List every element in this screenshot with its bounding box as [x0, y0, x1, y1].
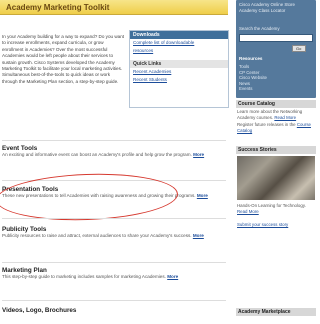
course-catalog-read-more[interactable]: Read More — [274, 115, 296, 120]
downloads-box: Downloads Complete list of downloadable … — [129, 30, 229, 108]
sidebar: Cisco Academy Online Store Academy Class… — [236, 0, 316, 324]
intro-paragraph: In your Academy building for a way to ex… — [2, 34, 125, 84]
sidebar-link-class-locator[interactable]: Academy Class Locator — [239, 8, 313, 14]
section-title[interactable]: Publicity Tools — [2, 226, 230, 233]
highlight-circle — [0, 170, 179, 224]
section-videos-logo-brochures: Videos, Logo, Brochures — [2, 307, 230, 314]
toolkit-banner: Academy Marketing Toolkit — [0, 0, 228, 15]
divider — [2, 140, 226, 141]
marketplace-header: Academy Marketplace — [236, 308, 316, 316]
divider — [2, 262, 226, 263]
marketplace-block: Academy Marketplace — [236, 308, 316, 316]
section-desc: Publicity resources to raise and attract… — [2, 233, 204, 238]
section-title[interactable]: Event Tools — [2, 145, 230, 152]
downloads-link-complete-list[interactable]: Complete list of downloadable — [130, 39, 228, 47]
section-title[interactable]: Marketing Plan — [2, 267, 230, 274]
course-catalog-header: Course Catalog — [236, 100, 316, 108]
section-desc: An exciting and informative event can bo… — [2, 152, 205, 157]
quick-link-recent-academies[interactable]: Recent Academies — [130, 68, 228, 76]
section-publicity-tools: Publicity Tools Publicity resources to r… — [2, 226, 230, 239]
success-stories-block: Success Stories Hands-On Learning for Te… — [236, 146, 316, 229]
divider — [2, 218, 226, 219]
search-input[interactable] — [239, 34, 313, 42]
course-catalog-block: Course Catalog Learn more about the Netw… — [236, 100, 316, 134]
search-go-button[interactable]: Go — [292, 45, 306, 52]
main-content: Academy Marketing Toolkit In your Academ… — [0, 0, 232, 324]
submit-story-link[interactable]: Submit your success story — [237, 222, 288, 227]
quick-links-header: Quick Links — [130, 60, 228, 68]
success-stories-header: Success Stories — [236, 146, 316, 154]
downloads-link-resources[interactable]: resources — [130, 47, 228, 55]
downloads-header: Downloads — [130, 31, 228, 39]
success-story-read-more[interactable]: Read More — [237, 209, 259, 214]
quick-link-recent-students[interactable]: Recent Students — [130, 76, 228, 84]
success-story-caption: Hands-On Learning for Technology. Read M… — [237, 203, 306, 214]
more-link[interactable]: More — [197, 193, 208, 198]
resources-header: Resources — [239, 56, 263, 61]
search-label: Search the Academy — [239, 26, 280, 31]
resource-link[interactable]: Cisco Website — [239, 75, 267, 81]
more-link[interactable]: More — [193, 152, 204, 157]
more-link[interactable]: More — [167, 274, 178, 279]
section-title[interactable]: Videos, Logo, Brochures — [2, 307, 230, 314]
divider — [2, 300, 226, 301]
section-desc: This step-by-step guide to marketing inc… — [2, 274, 179, 279]
more-link[interactable]: More — [193, 233, 204, 238]
toolkit-title: Academy Marketing Toolkit — [6, 3, 110, 12]
resources-list: Tools CP Center Cisco Website News Event… — [239, 64, 267, 92]
sidebar-nav-panel: Cisco Academy Online Store Academy Class… — [236, 0, 316, 98]
course-catalog-text: Learn more about the Networking Academy … — [237, 109, 303, 120]
section-event-tools: Event Tools An exciting and informative … — [2, 145, 230, 158]
success-story-photo[interactable] — [237, 156, 315, 200]
section-marketing-plan: Marketing Plan This step-by-step guide t… — [2, 267, 230, 280]
submit-story: Submit your success story — [236, 221, 316, 229]
course-catalog-text2: Register future releases in the Course C… — [237, 122, 311, 133]
resource-link[interactable]: Events — [239, 86, 267, 92]
